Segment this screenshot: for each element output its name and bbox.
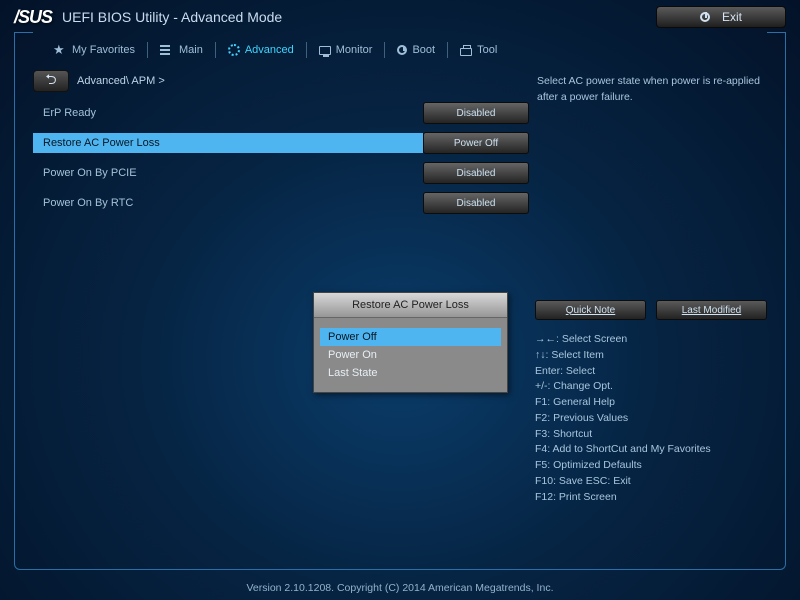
brand-logo: /SUS bbox=[14, 7, 52, 28]
breadcrumb-row: ⮌ Advanced\ APM > bbox=[33, 70, 529, 92]
setting-erp-ready[interactable]: ErP Ready Disabled bbox=[33, 100, 529, 126]
help-text: Select AC power state when power is re-a… bbox=[535, 70, 767, 300]
star-icon: ★ bbox=[53, 44, 67, 56]
back-button[interactable]: ⮌ bbox=[33, 70, 69, 92]
tab-bar: ★My Favorites Main Advanced Monitor Boot… bbox=[15, 32, 785, 68]
breadcrumb: Advanced\ APM > bbox=[77, 75, 165, 87]
popup-title: Restore AC Power Loss bbox=[314, 293, 507, 318]
toolbox-icon bbox=[460, 48, 472, 56]
value-erp-ready[interactable]: Disabled bbox=[423, 102, 529, 124]
popup-option-power-on[interactable]: Power On bbox=[320, 346, 501, 364]
tab-favorites[interactable]: ★My Favorites bbox=[45, 40, 143, 60]
tab-monitor[interactable]: Monitor bbox=[311, 40, 381, 60]
power-icon bbox=[397, 45, 407, 55]
value-restore-ac[interactable]: Power Off bbox=[423, 132, 529, 154]
setting-power-pcie[interactable]: Power On By PCIE Disabled bbox=[33, 160, 529, 186]
value-power-rtc[interactable]: Disabled bbox=[423, 192, 529, 214]
tab-advanced[interactable]: Advanced bbox=[220, 40, 302, 60]
tab-tool[interactable]: Tool bbox=[452, 40, 505, 60]
gear-icon bbox=[228, 44, 240, 56]
tab-boot[interactable]: Boot bbox=[389, 40, 443, 60]
exit-button[interactable]: Exit bbox=[656, 6, 786, 28]
setting-restore-ac[interactable]: Restore AC Power Loss Power Off bbox=[33, 130, 529, 156]
tab-main[interactable]: Main bbox=[152, 40, 211, 60]
side-panel: Select AC power state when power is re-a… bbox=[535, 70, 767, 561]
monitor-icon bbox=[319, 46, 331, 55]
main-frame: ★My Favorites Main Advanced Monitor Boot… bbox=[14, 32, 786, 570]
value-power-pcie[interactable]: Disabled bbox=[423, 162, 529, 184]
settings-panel: ⮌ Advanced\ APM > ErP Ready Disabled Res… bbox=[33, 70, 529, 561]
popup-option-last-state[interactable]: Last State bbox=[320, 364, 501, 382]
header: /SUS UEFI BIOS Utility - Advanced Mode E… bbox=[0, 0, 800, 30]
footer: Version 2.10.1208. Copyright (C) 2014 Am… bbox=[0, 582, 800, 594]
popup-option-power-off[interactable]: Power Off bbox=[320, 328, 501, 346]
power-icon bbox=[700, 12, 710, 22]
content-area: ⮌ Advanced\ APM > ErP Ready Disabled Res… bbox=[15, 68, 785, 569]
list-icon bbox=[160, 44, 174, 56]
last-modified-button[interactable]: Last Modified bbox=[656, 300, 767, 320]
dropdown-popup: Restore AC Power Loss Power Off Power On… bbox=[313, 292, 508, 393]
key-hints: →←: Select Screen ↑↓: Select Item Enter:… bbox=[535, 332, 767, 505]
page-title: UEFI BIOS Utility - Advanced Mode bbox=[62, 9, 282, 25]
setting-power-rtc[interactable]: Power On By RTC Disabled bbox=[33, 190, 529, 216]
exit-label: Exit bbox=[722, 10, 742, 24]
popup-body: Power Off Power On Last State bbox=[314, 318, 507, 392]
side-buttons: Quick Note Last Modified bbox=[535, 300, 767, 320]
quick-note-button[interactable]: Quick Note bbox=[535, 300, 646, 320]
